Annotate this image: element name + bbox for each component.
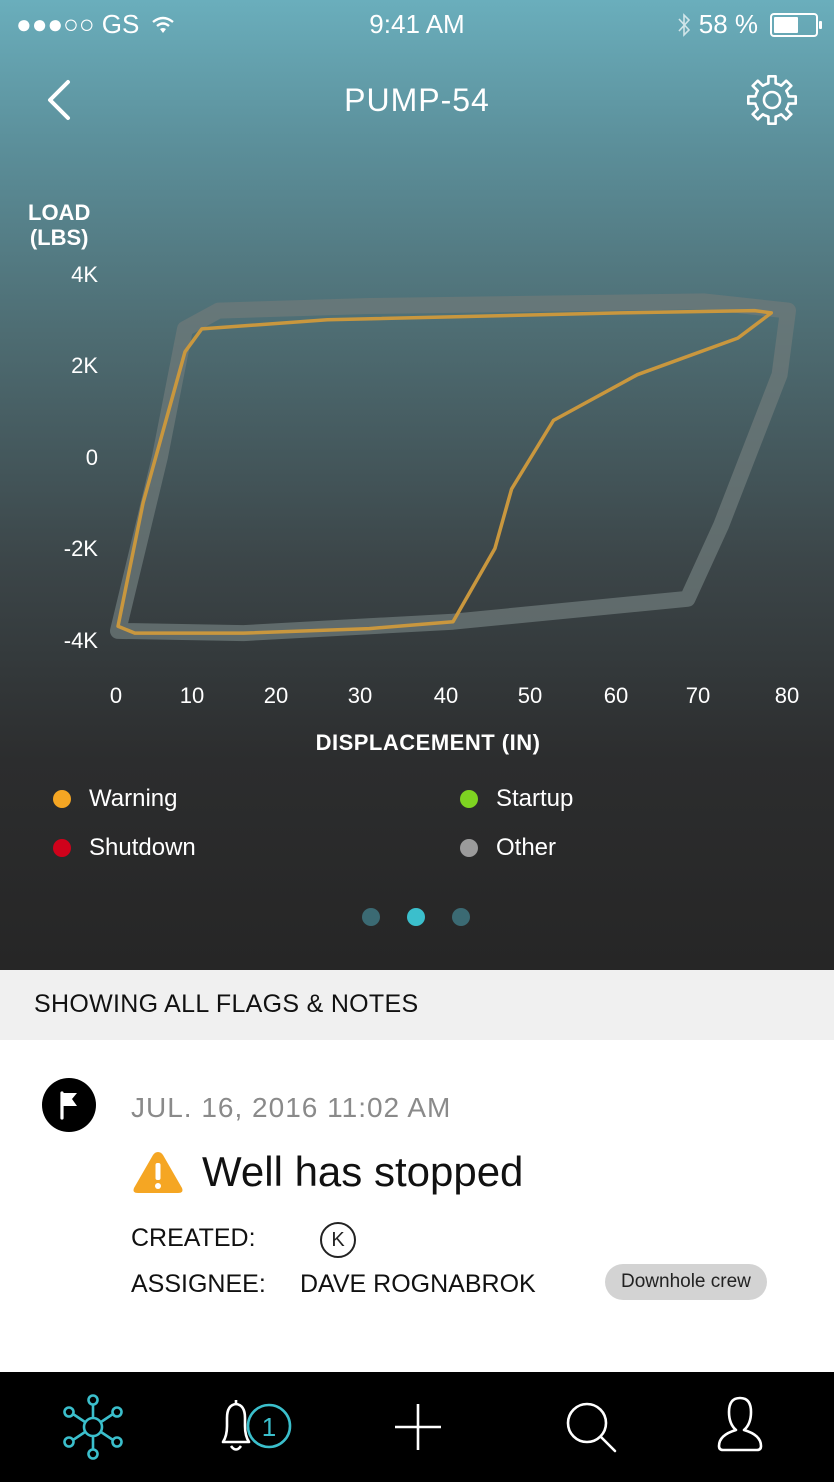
legend-dot-shutdown xyxy=(53,839,71,857)
search-icon[interactable] xyxy=(555,1392,625,1462)
profile-icon[interactable] xyxy=(705,1392,775,1462)
tab-bar: 1 xyxy=(0,1372,834,1482)
flag-icon xyxy=(42,1078,96,1132)
filter-bar[interactable]: SHOWING ALL FLAGS & NOTES xyxy=(0,970,834,1040)
legend-item-shutdown[interactable]: Shutdown xyxy=(53,834,196,862)
dynamometer-chart[interactable] xyxy=(0,0,834,970)
creator-avatar[interactable]: K xyxy=(320,1222,356,1258)
legend-dot-startup xyxy=(460,790,478,808)
assignee-name[interactable]: DAVE ROGNABROK xyxy=(300,1270,536,1299)
notification-badge: 1 xyxy=(262,1412,276,1442)
created-label: CREATED: xyxy=(131,1224,256,1252)
legend-label: Shutdown xyxy=(89,834,196,861)
bell-icon[interactable]: 1 xyxy=(205,1392,305,1462)
legend-label: Other xyxy=(496,834,557,861)
note-timestamp: JUL. 16, 2016 11:02 AM xyxy=(131,1092,452,1123)
legend-item-other[interactable]: Other xyxy=(460,834,556,862)
legend-dot-warning xyxy=(53,790,71,808)
page-dot[interactable] xyxy=(407,908,425,926)
legend-dot-other xyxy=(460,839,478,857)
filter-label: SHOWING ALL FLAGS & NOTES xyxy=(34,990,419,1018)
note-card[interactable]: JUL. 16, 2016 11:02 AM Well has stopped … xyxy=(0,1040,834,1372)
note-title-row: Well has stopped xyxy=(132,1148,523,1196)
x-axis-label: DISPLACEMENT (IN) xyxy=(315,730,541,755)
pump-card-background: ●●●○○ GS 9:41 AM 58 % PUMP-54 LOAD (LBS)… xyxy=(0,0,834,970)
legend-label: Startup xyxy=(496,785,574,812)
team-tag[interactable]: Downhole crew xyxy=(605,1264,767,1300)
page-indicator[interactable] xyxy=(362,908,470,926)
assignee-label: ASSIGNEE: xyxy=(131,1270,266,1298)
series-other-band xyxy=(110,293,796,642)
legend-item-warning[interactable]: Warning xyxy=(53,785,177,813)
flag-glyph xyxy=(60,1091,77,1120)
legend-item-startup[interactable]: Startup xyxy=(460,785,573,813)
page-dot[interactable] xyxy=(452,908,470,926)
legend-label: Warning xyxy=(89,785,178,812)
series-warning-line xyxy=(116,308,774,635)
note-title: Well has stopped xyxy=(202,1148,524,1195)
page-dot[interactable] xyxy=(362,908,380,926)
plus-icon[interactable] xyxy=(383,1392,453,1462)
warning-icon xyxy=(133,1152,183,1193)
network-icon[interactable] xyxy=(58,1392,128,1462)
